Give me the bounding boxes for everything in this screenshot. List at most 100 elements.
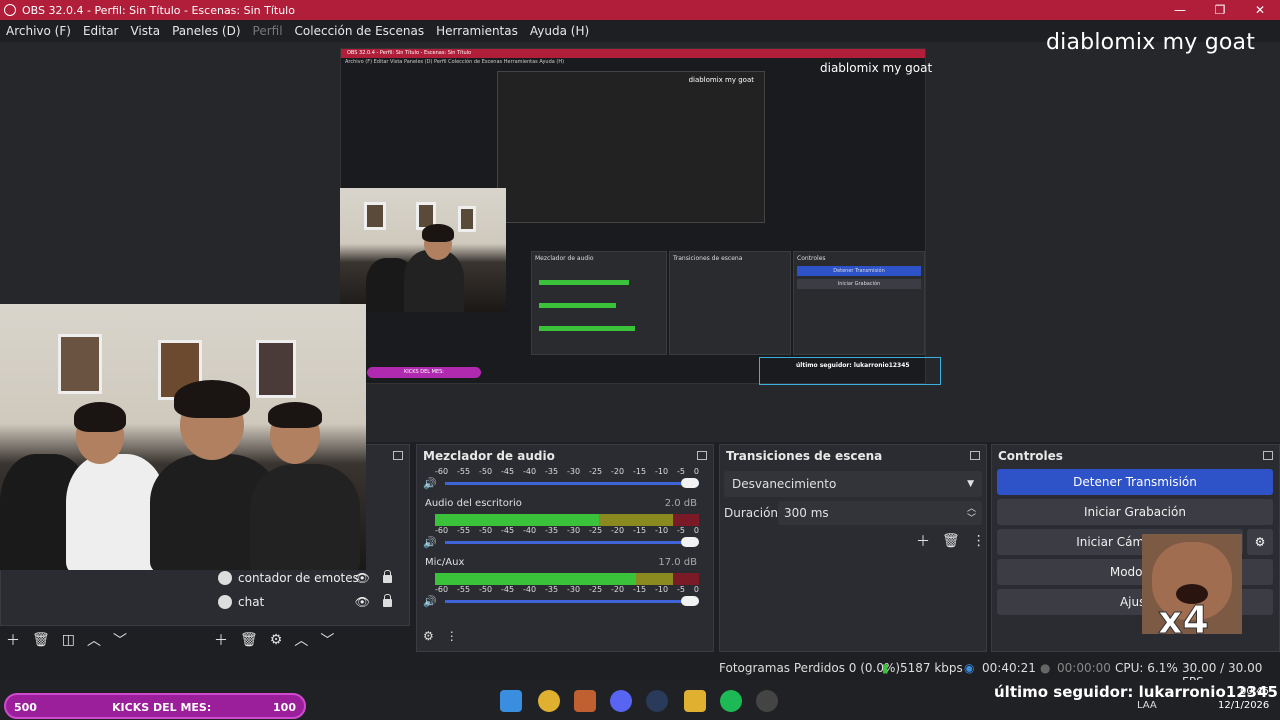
add-icon[interactable]: ＋ bbox=[6, 630, 20, 650]
source-type-icon bbox=[218, 595, 232, 609]
meter-tick: -15 bbox=[633, 526, 647, 535]
speaker-icon[interactable]: 🔊 bbox=[423, 477, 437, 490]
source-item-contador[interactable]: contador de emotes 👁 bbox=[210, 566, 406, 590]
popout-icon[interactable] bbox=[1263, 451, 1273, 460]
level-meter bbox=[435, 514, 699, 526]
duration-spinbox[interactable]: 300 ms ︿ ﹀ bbox=[778, 501, 982, 525]
volume-knob[interactable] bbox=[681, 596, 699, 606]
duration-value: 300 ms bbox=[784, 506, 829, 520]
mixer-settings-icon[interactable]: ⚙ bbox=[423, 629, 434, 643]
meter-tick: -20 bbox=[611, 585, 625, 594]
start-icon[interactable] bbox=[500, 690, 522, 712]
menu-herramientas[interactable]: Herramientas bbox=[436, 24, 518, 38]
gear-icon[interactable]: ⚙ bbox=[270, 632, 283, 648]
trash-icon[interactable]: 🗑 bbox=[32, 632, 50, 648]
speaker-icon[interactable]: 🔊 bbox=[423, 595, 437, 608]
channel-db: 2.0 dB bbox=[664, 498, 697, 509]
more-icon[interactable]: ⋮ bbox=[446, 629, 458, 643]
menu-editar[interactable]: Editar bbox=[83, 24, 119, 38]
speaker-icon[interactable]: 🔊 bbox=[423, 536, 437, 549]
nested-transitions: Transiciones de escena bbox=[669, 251, 791, 355]
meter-scale: -60 -55 -50 -45 -40 -35 -30 -25 -20 -15 -10 -5 0 bbox=[417, 467, 713, 476]
menu-vista[interactable]: Vista bbox=[130, 24, 160, 38]
lock-icon[interactable] bbox=[383, 594, 392, 607]
start-record-button[interactable]: Iniciar Grabación bbox=[997, 499, 1273, 525]
trash-icon[interactable]: 🗑 bbox=[240, 632, 258, 648]
transition-select[interactable]: Desvanecimiento ▼ bbox=[724, 471, 982, 497]
minimize-button[interactable]: — bbox=[1160, 0, 1200, 20]
dropped-frames: Fotogramas Perdidos 0 (0.0%) bbox=[719, 661, 901, 675]
record-icon: ● bbox=[1040, 661, 1051, 675]
follower-overlay: último seguidor: lukarronio12345 bbox=[994, 683, 1278, 701]
nested-controls-title: Controles bbox=[797, 255, 826, 262]
down-icon[interactable]: ﹀ bbox=[113, 630, 127, 650]
meter-tick: -30 bbox=[567, 526, 581, 535]
down-icon[interactable]: ﹀ bbox=[320, 630, 334, 650]
kicks-left: 500 bbox=[14, 701, 37, 714]
lock-icon[interactable] bbox=[383, 570, 392, 583]
nested-stop: Detener Transmisión bbox=[797, 266, 921, 276]
volume-slider[interactable] bbox=[445, 600, 699, 603]
nested-mixer-title: Mezclador de audio bbox=[535, 255, 594, 262]
clock-date[interactable]: 12/1/2026 bbox=[1218, 700, 1269, 711]
discord-icon[interactable] bbox=[610, 690, 632, 712]
source-item-chat[interactable]: chat 👁 bbox=[210, 590, 406, 614]
meter-tick: -40 bbox=[523, 585, 537, 594]
stop-stream-button[interactable]: Detener Transmisión bbox=[997, 469, 1273, 495]
menu-perfil[interactable]: Perfil bbox=[253, 24, 283, 38]
spin-down-icon[interactable]: ﹀ bbox=[967, 507, 976, 531]
maximize-button[interactable]: ❐ bbox=[1200, 0, 1240, 20]
add-icon[interactable]: ＋ bbox=[916, 531, 930, 551]
more-icon[interactable]: ⋮ bbox=[972, 533, 986, 549]
volume-slider[interactable] bbox=[445, 482, 699, 485]
stream-time: 00:40:21 bbox=[982, 661, 1036, 675]
menu-coleccion[interactable]: Colección de Escenas bbox=[295, 24, 425, 38]
clock-time[interactable]: 00:46 bbox=[1240, 686, 1269, 697]
meter-tick: -50 bbox=[479, 585, 493, 594]
menu-archivo[interactable]: Archivo (F) bbox=[6, 24, 71, 38]
menu-paneles[interactable]: Paneles (D) bbox=[172, 24, 240, 38]
nested-kicks: KICKS DEL MES: bbox=[367, 367, 481, 378]
up-icon[interactable]: ︿ bbox=[87, 630, 101, 650]
mixer-title: Mezclador de audio bbox=[423, 449, 555, 463]
volume-row: 🔊 bbox=[417, 535, 713, 549]
meter-tick: -10 bbox=[655, 467, 669, 476]
transitions-title: Transiciones de escena bbox=[726, 449, 883, 463]
keyboard-lang[interactable]: LAA bbox=[1137, 700, 1157, 711]
filter-icon[interactable]: ◫ bbox=[62, 632, 75, 648]
nested-controls: Controles Detener Transmisión Iniciar Gr… bbox=[793, 251, 925, 355]
window-title: OBS 32.0.4 - Perfil: Sin Título - Escena… bbox=[22, 3, 295, 17]
obs-taskbar-icon[interactable] bbox=[756, 690, 778, 712]
nested-webcam bbox=[340, 188, 506, 312]
volume-knob[interactable] bbox=[681, 478, 699, 488]
source-label: chat bbox=[238, 595, 265, 609]
meter-tick: 0 bbox=[693, 467, 699, 476]
chrome-icon[interactable] bbox=[538, 690, 560, 712]
nested-transitions-title: Transiciones de escena bbox=[673, 255, 743, 262]
meter-tick: -10 bbox=[655, 585, 669, 594]
folder-icon[interactable] bbox=[684, 690, 706, 712]
meter-tick: -60 bbox=[435, 467, 449, 476]
trash-icon[interactable]: 🗑 bbox=[942, 533, 960, 549]
camera-settings-gear-icon[interactable]: ⚙ bbox=[1247, 529, 1273, 555]
menu-ayuda[interactable]: Ayuda (H) bbox=[530, 24, 589, 38]
add-icon[interactable]: ＋ bbox=[214, 630, 228, 650]
volume-slider[interactable] bbox=[445, 541, 699, 544]
volume-knob[interactable] bbox=[681, 537, 699, 547]
meme-text: x4 bbox=[1158, 598, 1210, 635]
level-meter bbox=[435, 573, 699, 585]
sources-popout-icon[interactable] bbox=[393, 451, 403, 460]
nested-follower: último seguidor: lukarronio12345 bbox=[759, 357, 941, 385]
eye-icon[interactable]: 👁 bbox=[355, 571, 370, 585]
eye-icon[interactable]: 👁 bbox=[355, 595, 370, 609]
meter-tick: -15 bbox=[633, 467, 647, 476]
steam-icon[interactable] bbox=[646, 690, 668, 712]
spotify-icon[interactable] bbox=[720, 690, 742, 712]
transitions-toolbar: ＋ 🗑 ⋮ bbox=[916, 531, 986, 551]
browser-icon[interactable] bbox=[574, 690, 596, 712]
meter-tick: -10 bbox=[655, 526, 669, 535]
close-button[interactable]: ✕ bbox=[1240, 0, 1280, 20]
popout-icon[interactable] bbox=[697, 451, 707, 460]
up-icon[interactable]: ︿ bbox=[294, 630, 308, 650]
popout-icon[interactable] bbox=[970, 451, 980, 460]
